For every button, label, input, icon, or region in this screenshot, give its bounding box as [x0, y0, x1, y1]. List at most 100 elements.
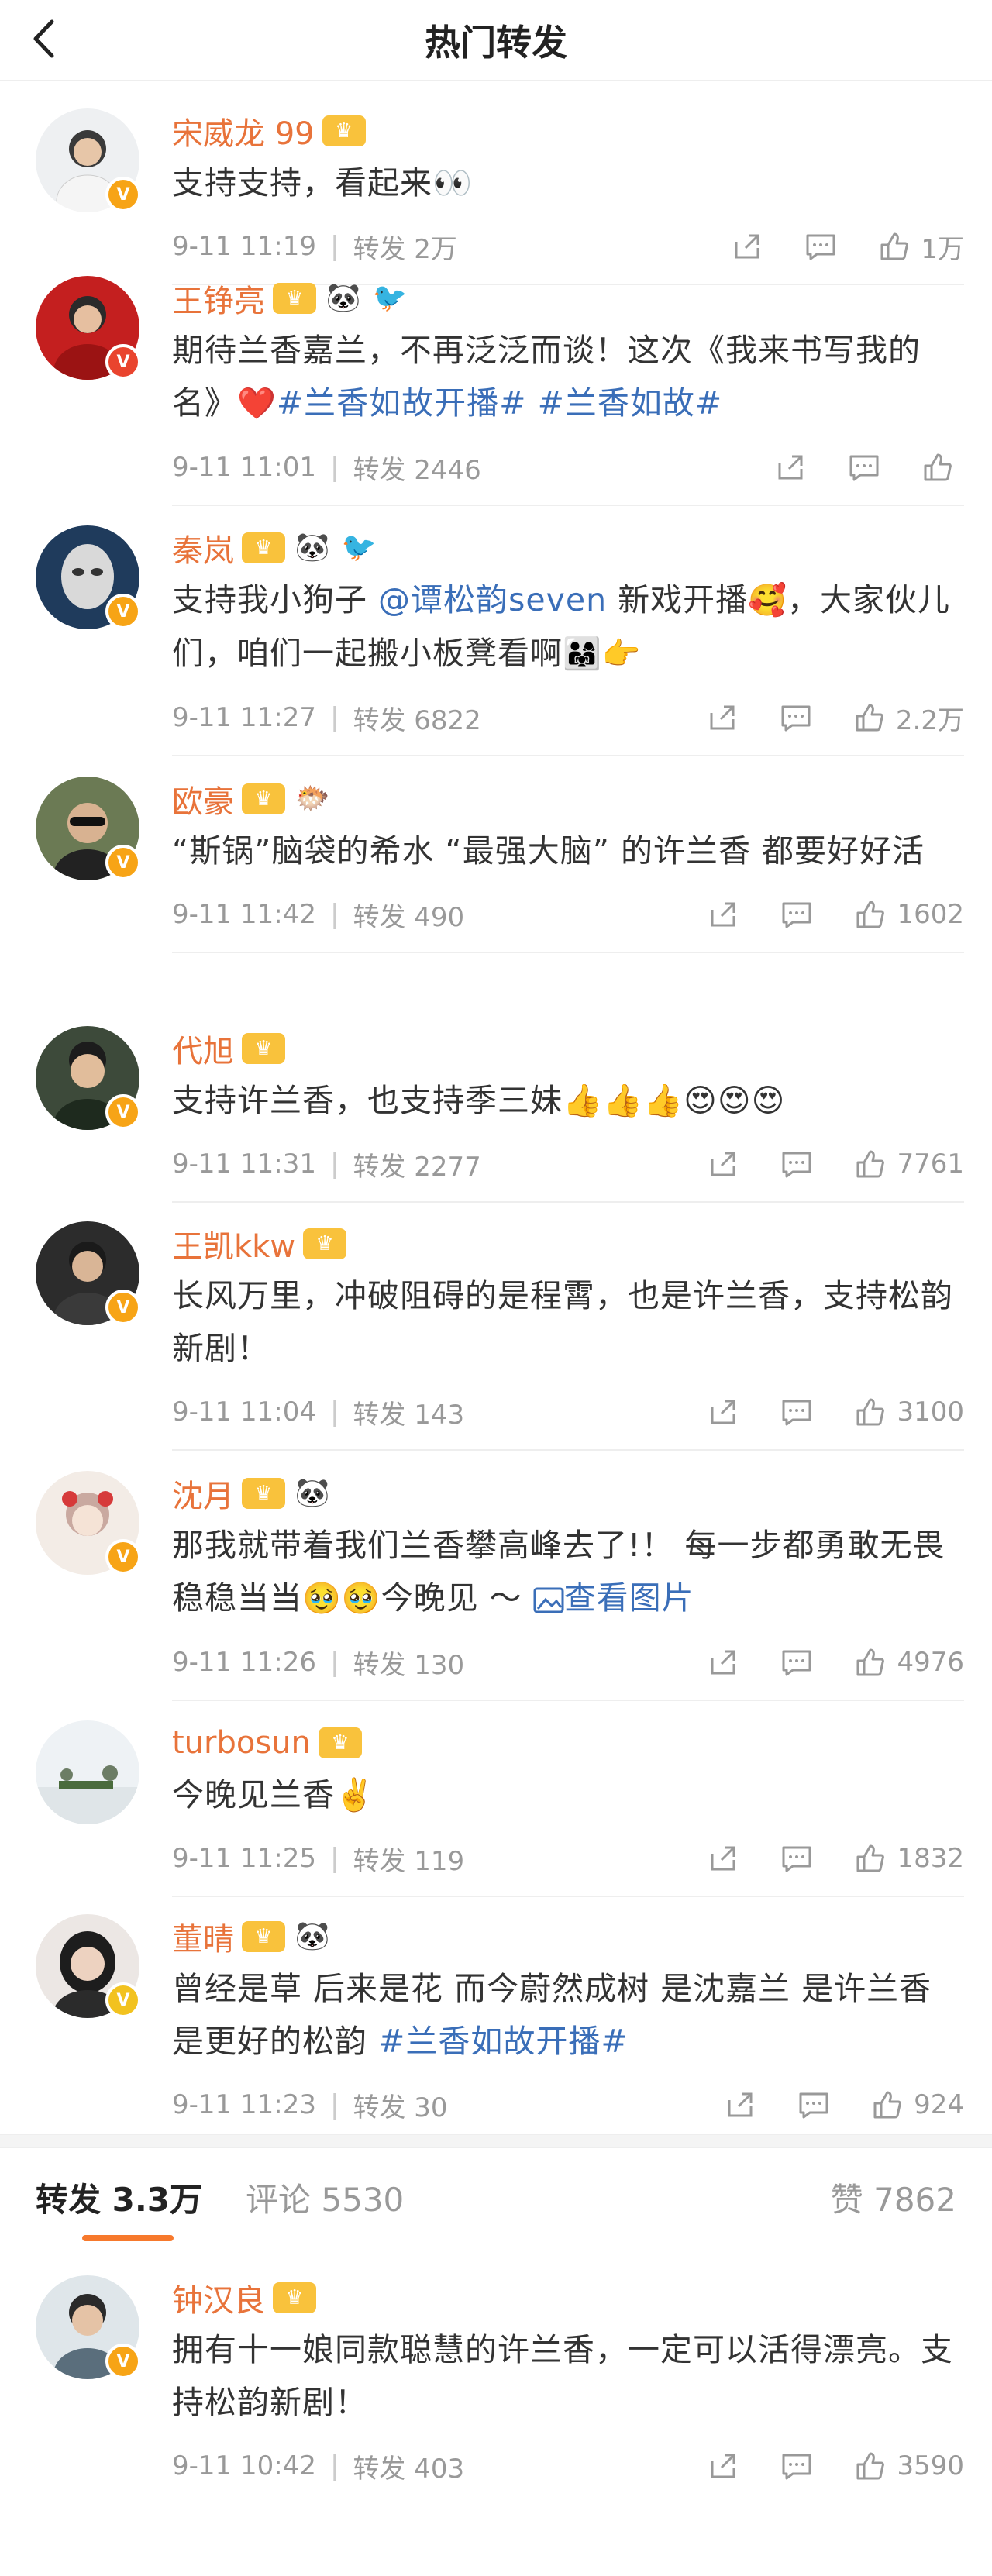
post-content: 期待兰香嘉兰，不再泛泛而谈！这次《我来书写我的名》❤️#兰香如故开播# #兰香如…: [172, 324, 964, 430]
post-meta: 9-11 10:42 | 转发 403 3590: [172, 2429, 964, 2503]
post-content: 今晚见兰香✌️: [172, 1776, 376, 1813]
like-button[interactable]: 1602: [855, 899, 964, 930]
comment-button[interactable]: [780, 1647, 813, 1678]
post-content: 长风万里，冲破阻碍的是程霄，也是许兰香，支持松韵新剧！: [172, 1277, 953, 1367]
post-content: 支持支持，看起来👀: [172, 164, 474, 201]
post-content: 那我就带着我们兰香攀高峰去了!！ 每一步都勇敢无畏稳稳当当🥹🥹今晚见 ～ 查看图…: [172, 1519, 964, 1625]
like-button[interactable]: [922, 452, 964, 483]
share-button[interactable]: [708, 1647, 739, 1678]
share-icon: [711, 902, 735, 927]
post-content: 拥有十一娘同款聪慧的许兰香，一定可以活得漂亮。支持松韵新剧！: [172, 2331, 953, 2421]
back-button[interactable]: [26, 15, 60, 62]
crown-badge-icon: ♛: [322, 115, 366, 146]
panda-badge-icon: 🐼: [294, 532, 330, 563]
verified-badge-icon: V: [105, 1094, 141, 1130]
comment-button[interactable]: [797, 2089, 830, 2120]
view-image-label: 查看图片: [563, 1579, 694, 1617]
repost-item[interactable]: V 王铮亮 ♛ 🐼 🐦 期待兰香嘉兰，不再泛泛而谈！这次《我来书写我的名》❤️#…: [0, 248, 992, 506]
verified-badge-icon: V: [105, 1982, 141, 2018]
username[interactable]: turbosun: [172, 1725, 311, 1761]
username[interactable]: 代旭: [172, 1026, 234, 1071]
share-button[interactable]: [708, 1149, 739, 1180]
repost-item[interactable]: V 沈月 ♛ 🐼 那我就带着我们兰香攀高峰去了!！ 每一步都勇敢无畏稳稳当当🥹🥹…: [0, 1443, 992, 1701]
tab-forward-label: 转发 3.3万: [36, 2181, 203, 2219]
crown-badge-icon: ♛: [242, 1033, 285, 1064]
repost-item[interactable]: V 秦岚 ♛ 🐼 🐦 支持我小狗子 @谭松韵seven 新戏开播🥰，大家伙儿们，…: [0, 498, 992, 756]
post-meta: 9-11 11:42 | 转发 490 1602: [172, 877, 964, 952]
repost-item[interactable]: V 钟汉良 ♛ 拥有十一娘同款聪慧的许兰香，一定可以活得漂亮。支持松韵新剧！ 9…: [0, 2247, 992, 2503]
like-count: 924: [914, 2089, 964, 2120]
share-icon: [778, 455, 803, 480]
share-icon: [710, 705, 735, 730]
topic-link[interactable]: #兰香如故开播#: [378, 2023, 629, 2060]
like-icon: [856, 901, 885, 928]
like-button[interactable]: 3100: [855, 1396, 964, 1427]
share-icon: [728, 2092, 753, 2117]
avatar[interactable]: [36, 1720, 140, 1824]
share-button[interactable]: [708, 2450, 739, 2481]
post-meta: 9-11 11:25 | 转发 119 1832: [172, 1821, 964, 1896]
comment-button[interactable]: [780, 1396, 813, 1427]
fish-badge-icon: 🐡: [294, 783, 330, 814]
timestamp: 9-11 11:27: [172, 702, 316, 733]
repost-item[interactable]: V 欧豪 ♛ 🐡 “斯锅”脑袋的希水 “最强大脑” 的许兰香 都要好好活 9-1…: [0, 749, 992, 998]
comment-icon: [782, 1846, 811, 1872]
comment-icon: [782, 2454, 811, 2480]
username[interactable]: 秦岚: [172, 525, 234, 570]
comment-button[interactable]: [780, 1843, 813, 1874]
username[interactable]: 钟汉良: [172, 2275, 265, 2320]
repost-item[interactable]: V 王凯kkw ♛ 长风万里，冲破阻碍的是程霄，也是许兰香，支持松韵新剧！ 9-…: [0, 1193, 992, 1451]
like-button[interactable]: 2.2万: [854, 699, 964, 737]
topic-link[interactable]: #兰香如故#: [538, 384, 723, 422]
like-button[interactable]: 924: [872, 2089, 964, 2120]
comment-button[interactable]: [780, 2450, 813, 2481]
comment-button[interactable]: [780, 899, 813, 930]
comment-icon: [782, 1650, 811, 1676]
like-button[interactable]: 1832: [855, 1843, 964, 1874]
repost-item[interactable]: V 代旭 ♛ 支持许兰香，也支持季三妹👍👍👍😍😍😍 9-11 11:31 | 转发 …: [0, 998, 992, 1203]
share-button[interactable]: [775, 452, 806, 483]
like-button[interactable]: 4976: [855, 1647, 964, 1678]
share-button[interactable]: [707, 702, 738, 733]
mention-link[interactable]: @谭松韵seven: [378, 581, 607, 618]
top-bar: 热门转发: [0, 0, 992, 81]
heart-emoji: ❤️: [237, 386, 277, 422]
comment-icon: [782, 902, 811, 928]
share-button[interactable]: [708, 1843, 739, 1874]
like-icon: [856, 1150, 885, 1178]
tab-likes[interactable]: 赞 7862: [831, 2174, 956, 2221]
like-button[interactable]: 7761: [855, 1149, 964, 1180]
comment-button[interactable]: [780, 1149, 813, 1180]
share-button[interactable]: [708, 899, 739, 930]
view-image-link[interactable]: 查看图片: [533, 1579, 694, 1617]
like-count: 4976: [897, 1647, 964, 1678]
tab-comments[interactable]: 评论 5530: [246, 2174, 404, 2221]
bird-badge-icon: 🐦: [341, 532, 377, 563]
username[interactable]: 董晴: [172, 1914, 234, 1959]
share-button[interactable]: [708, 1396, 739, 1427]
username[interactable]: 沈月: [172, 1471, 234, 1516]
share-icon: [711, 1400, 735, 1424]
forward-count: 转发 130: [353, 1649, 465, 1681]
tab-forward[interactable]: 转发 3.3万: [36, 2174, 203, 2241]
username[interactable]: 王铮亮: [172, 276, 265, 321]
share-button[interactable]: [725, 2089, 756, 2120]
comment-icon: [849, 455, 879, 481]
repost-item[interactable]: turbosun ♛ 今晚见兰香✌️ 9-11 11:25 | 转发 119 183…: [0, 1693, 992, 1897]
topic-link[interactable]: #兰香如故开播#: [277, 384, 527, 422]
verified-badge-icon: V: [105, 594, 141, 629]
like-button[interactable]: 3590: [855, 2450, 964, 2481]
share-icon: [711, 1650, 735, 1675]
repost-item[interactable]: V 董晴 ♛ 🐼 曾经是草 后来是花 而今蔚然成树 是沈嘉兰 是许兰香 是更好的…: [0, 1886, 992, 2134]
repost-item[interactable]: V 宋威龙 99 ♛ 支持支持，看起来👀 9-11 11:19 | 转发 2万 1万: [0, 81, 992, 285]
comment-button[interactable]: [848, 452, 880, 483]
page-title: 热门转发: [425, 21, 567, 64]
bird-badge-icon: 🐦: [372, 282, 408, 314]
username[interactable]: 王凯kkw: [172, 1221, 295, 1266]
username[interactable]: 欧豪: [172, 777, 234, 821]
like-icon: [856, 1398, 885, 1426]
comment-button[interactable]: [780, 702, 812, 733]
username[interactable]: 宋威龙 99: [172, 108, 315, 153]
panda-badge-icon: 🐼: [294, 1477, 330, 1509]
timestamp: 9-11 11:25: [172, 1843, 316, 1874]
